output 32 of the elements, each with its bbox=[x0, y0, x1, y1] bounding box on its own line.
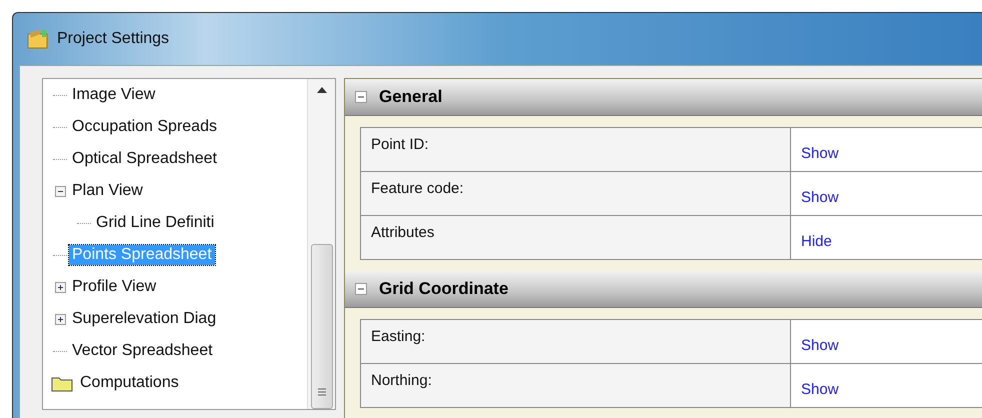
scrollbar-thumb[interactable] bbox=[310, 244, 332, 409]
tree-item[interactable]: Plan View bbox=[69, 181, 146, 201]
property-value[interactable]: Show bbox=[791, 128, 982, 171]
property-value[interactable]: Show bbox=[791, 320, 982, 363]
tree-item[interactable]: Grid Line Definiti bbox=[93, 213, 218, 233]
property-label: Northing: bbox=[361, 364, 791, 407]
expand-toggle[interactable] bbox=[54, 314, 66, 324]
folder-icon bbox=[51, 374, 73, 392]
property-value[interactable]: Show bbox=[791, 364, 982, 407]
property-label: Easting: bbox=[361, 320, 791, 363]
folder-icon bbox=[27, 29, 49, 49]
tree-item[interactable]: Vector Spreadsheet bbox=[69, 341, 216, 361]
collapse-toggle[interactable] bbox=[355, 283, 367, 295]
window-title: Project Settings bbox=[57, 30, 170, 48]
grip-icon bbox=[318, 388, 326, 396]
expand-toggle[interactable] bbox=[54, 282, 66, 292]
section-title: Grid Coordinate bbox=[379, 279, 508, 299]
collapse-toggle[interactable] bbox=[355, 91, 367, 103]
tree-item[interactable]: Computations bbox=[77, 373, 182, 393]
tree-item[interactable]: Superelevation Diag bbox=[69, 309, 220, 329]
property-value[interactable]: Hide bbox=[791, 216, 982, 259]
property-label: Point ID: bbox=[361, 128, 791, 171]
scroll-up-icon[interactable] bbox=[316, 87, 326, 93]
property-label: Attributes bbox=[361, 216, 791, 259]
tree-item[interactable]: Occupation Spreads bbox=[69, 117, 220, 137]
property-label: Feature code: bbox=[361, 172, 791, 215]
tree-item[interactable]: Optical Spreadsheet bbox=[69, 149, 220, 169]
section-title: General bbox=[379, 87, 442, 107]
tree-item[interactable]: Profile View bbox=[69, 277, 160, 297]
property-value[interactable]: Show bbox=[791, 172, 982, 215]
collapse-toggle[interactable] bbox=[54, 186, 66, 196]
tree-item[interactable]: Image View bbox=[69, 85, 158, 105]
